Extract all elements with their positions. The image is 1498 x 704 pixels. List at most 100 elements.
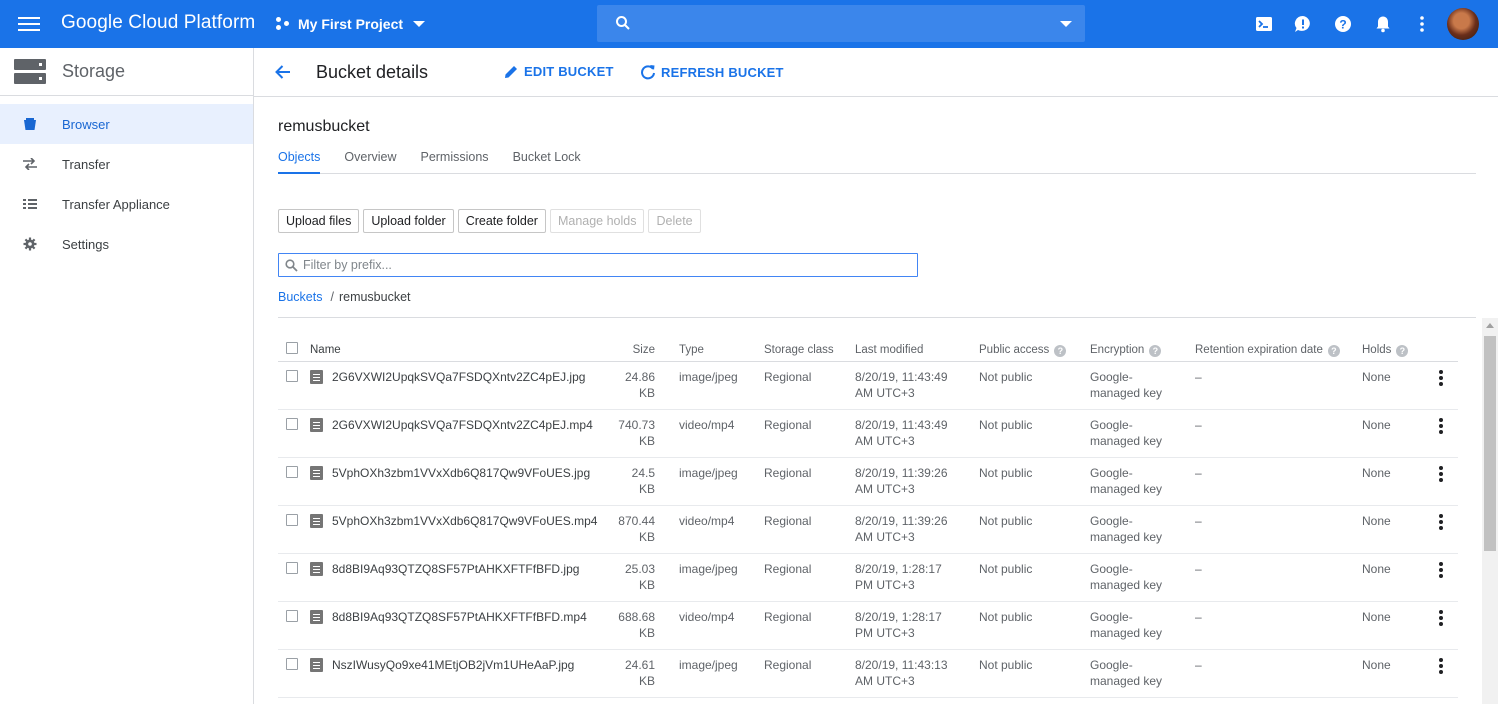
notifications-icon[interactable] [1373,14,1393,34]
avatar[interactable] [1447,8,1479,40]
object-name[interactable]: 5VphOXh3zbm1VVxXdb6Q817Qw9VFoUES.mp4 [332,513,597,529]
object-retention: – [1195,514,1202,528]
scroll-up-arrow-icon[interactable] [1486,323,1494,328]
search-dropdown-icon[interactable] [1060,21,1072,27]
refresh-bucket-button[interactable]: REFRESH BUCKET [640,64,784,80]
scrollbar[interactable] [1482,318,1498,704]
object-size-unit: KB [638,578,655,592]
row-checkbox[interactable] [286,658,298,670]
object-encryption: Google-managed key [1090,369,1190,401]
help-icon[interactable]: ? [1149,345,1162,357]
row-checkbox[interactable] [286,562,298,574]
help-icon[interactable]: ? [1054,345,1067,357]
row-menu-icon[interactable] [1438,562,1444,578]
object-public-access: Not public [979,610,1033,624]
object-last-modified: 8/20/19, 11:43:13 AM UTC+3 [855,657,965,689]
object-retention: – [1195,418,1202,432]
object-encryption-line2: managed key [1090,482,1163,496]
object-modified-time: AM UTC+3 [855,674,915,688]
app-title[interactable]: Google Cloud Platform [61,12,255,34]
object-encryption-line1: Google- [1090,514,1133,528]
row-checkbox[interactable] [286,418,298,430]
col-storage-class[interactable]: Storage class [764,342,834,358]
cloud-shell-icon[interactable] [1254,14,1274,34]
row-checkbox[interactable] [286,370,298,382]
col-encryption-label[interactable]: Encryption [1090,344,1144,356]
back-arrow-icon[interactable] [273,62,293,82]
project-selector[interactable]: My First Project [276,14,426,34]
col-holds-label[interactable]: Holds [1362,344,1391,356]
menu-icon[interactable] [18,13,40,35]
col-type[interactable]: Type [679,342,704,358]
object-holds: None [1362,562,1391,576]
table-row[interactable]: 5VphOXh3zbm1VVxXdb6Q817Qw9VFoUES.jpg 24.… [278,458,1458,506]
object-name[interactable]: 5VphOXh3zbm1VVxXdb6Q817Qw9VFoUES.jpg [332,465,590,481]
object-name[interactable]: 2G6VXWI2UpqkSVQa7FSDQXntv2ZC4pEJ.mp4 [332,417,593,433]
object-type: video/mp4 [679,514,735,528]
object-encryption-line2: managed key [1090,386,1163,400]
row-menu-icon[interactable] [1438,418,1444,434]
delete-button[interactable]: Delete [648,209,701,233]
table-row[interactable]: 2G6VXWI2UpqkSVQa7FSDQXntv2ZC4pEJ.jpg 24.… [278,362,1458,410]
table-row[interactable]: 2G6VXWI2UpqkSVQa7FSDQXntv2ZC4pEJ.mp4 740… [278,410,1458,458]
help-icon[interactable]: ? [1327,345,1340,357]
edit-bucket-button[interactable]: EDIT BUCKET [504,64,614,79]
table-row[interactable]: 8d8BI9Aq93QTZQ8SF57PtAHKXFTFfBFD.jpg 25.… [278,554,1458,602]
tab-bucket-lock[interactable]: Bucket Lock [513,148,581,174]
row-checkbox[interactable] [286,466,298,478]
object-name[interactable]: 8d8BI9Aq93QTZQ8SF57PtAHKXFTFfBFD.mp4 [332,609,587,625]
sidebar-item-transfer-appliance[interactable]: Transfer Appliance [0,184,253,224]
sidebar-item-browser[interactable]: Browser [0,104,253,144]
tab-objects[interactable]: Objects [278,148,321,174]
manage-holds-button[interactable]: Manage holds [549,209,645,233]
row-checkbox[interactable] [286,610,298,622]
object-storage-class: Regional [764,514,812,528]
scrollbar-thumb[interactable] [1484,336,1496,551]
upload-folder-button[interactable]: Upload folder [363,209,454,233]
object-name[interactable]: NszIWusyQo9xe41MEtjOB2jVm1UHeAaP.jpg [332,657,574,673]
object-modified-date: 8/20/19, 1:28:17 [855,610,942,624]
object-encryption: Google-managed key [1090,513,1190,545]
tab-overview[interactable]: Overview [344,148,396,174]
row-menu-icon[interactable] [1438,658,1444,674]
search-bar[interactable] [597,5,1085,42]
more-vert-icon[interactable] [1412,14,1432,34]
row-menu-icon[interactable] [1438,466,1444,482]
sidebar-item-settings[interactable]: Settings [0,224,253,264]
object-encryption-line1: Google- [1090,418,1133,432]
col-last-modified[interactable]: Last modified [855,342,965,358]
row-menu-icon[interactable] [1438,514,1444,530]
tab-permissions[interactable]: Permissions [420,148,488,174]
col-name[interactable]: Name [310,342,341,358]
help-icon[interactable]: ? [1396,345,1409,357]
object-name[interactable]: 2G6VXWI2UpqkSVQa7FSDQXntv2ZC4pEJ.jpg [332,369,585,385]
chevron-down-icon [413,21,426,27]
sidebar-header: Storage [0,48,253,96]
table-row[interactable]: NszIWusyQo9xe41MEtjOB2jVm1UHeAaP.jpg 24.… [278,650,1458,698]
col-public-access-label[interactable]: Public access [979,344,1049,356]
table-row[interactable]: 5VphOXh3zbm1VVxXdb6Q817Qw9VFoUES.mp4 870… [278,506,1458,554]
col-size[interactable]: Size [575,342,655,358]
select-all-checkbox[interactable] [286,342,298,354]
object-modified-date: 8/20/19, 11:39:26 [855,466,948,480]
breadcrumb-buckets-link[interactable]: Buckets [278,290,322,304]
col-retention-label[interactable]: Retention expiration date [1195,344,1323,356]
help-icon[interactable]: ? [1333,14,1353,34]
sidebar-item-transfer[interactable]: Transfer [0,144,253,184]
object-modified-time: PM UTC+3 [855,626,915,640]
table-row[interactable]: 8d8BI9Aq93QTZQ8SF57PtAHKXFTFfBFD.mp4 688… [278,602,1458,650]
row-menu-icon[interactable] [1438,610,1444,626]
feedback-icon[interactable] [1293,14,1313,34]
object-type: video/mp4 [679,610,735,624]
row-checkbox[interactable] [286,514,298,526]
object-name[interactable]: 8d8BI9Aq93QTZQ8SF57PtAHKXFTFfBFD.jpg [332,561,579,577]
object-modified-time: AM UTC+3 [855,386,915,400]
object-holds: None [1362,370,1391,384]
project-icon [276,17,292,31]
row-menu-icon[interactable] [1438,370,1444,386]
create-folder-button[interactable]: Create folder [457,209,546,233]
upload-files-button[interactable]: Upload files [278,209,360,233]
filter-input[interactable] [303,257,903,273]
object-type: image/jpeg [679,466,738,480]
object-modified-time: AM UTC+3 [855,482,915,496]
